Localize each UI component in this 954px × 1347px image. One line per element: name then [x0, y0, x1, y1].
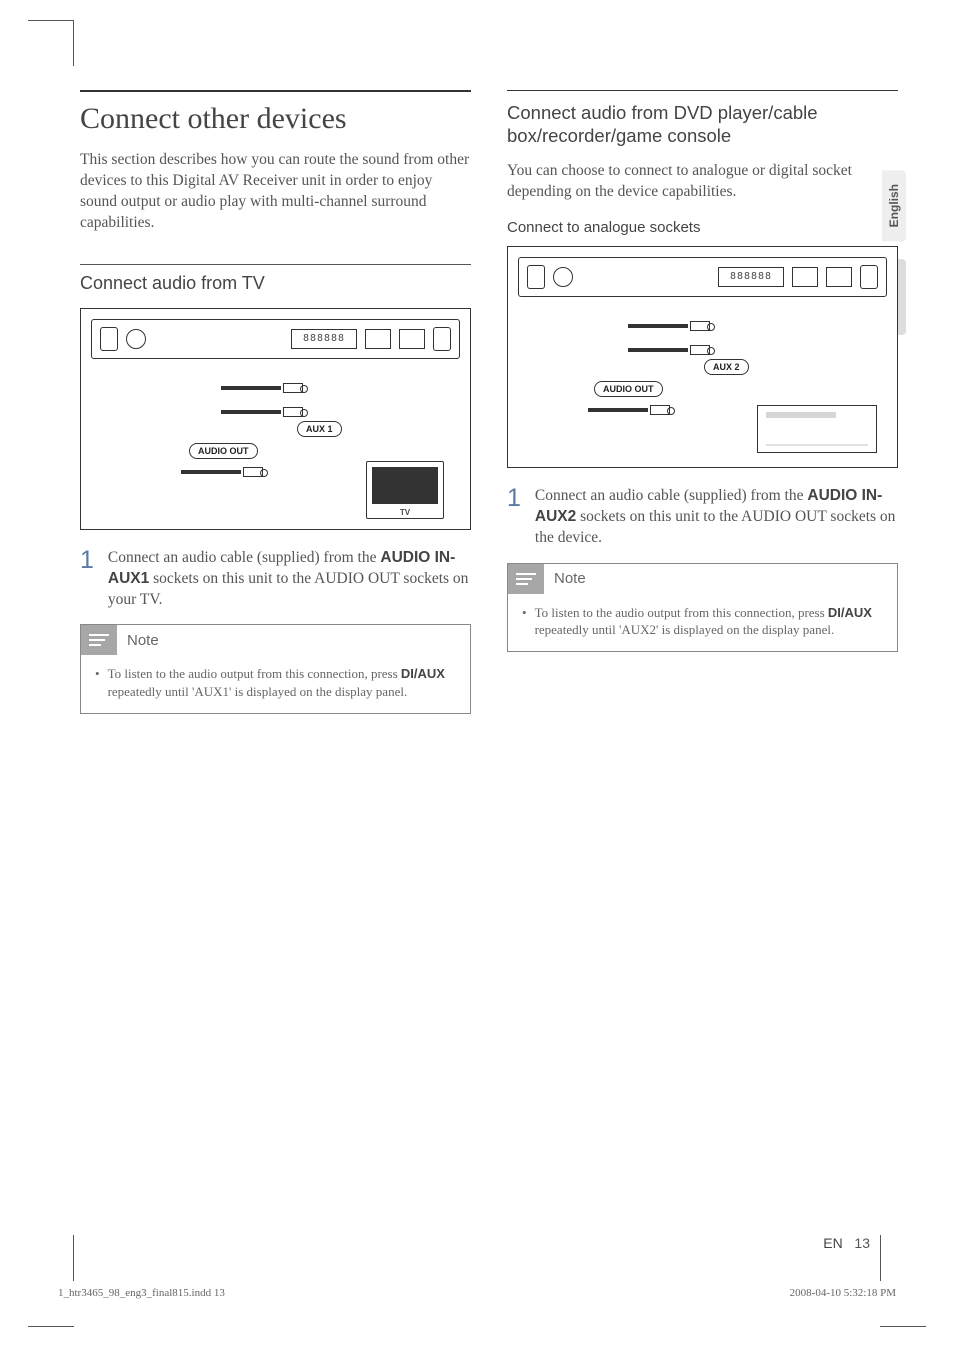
- page-title: Connect other devices: [80, 102, 471, 136]
- tv-icon: TV: [366, 461, 444, 519]
- crop-mark: [880, 1326, 926, 1327]
- receiver-front-icon: 888888: [518, 257, 887, 297]
- note-text: To listen to the audio output from this …: [535, 604, 885, 639]
- cable-icon: [221, 405, 303, 419]
- step-1: 1 Connect an audio cable (supplied) from…: [507, 486, 898, 549]
- tab-language: English: [882, 170, 906, 241]
- step-text-a: Connect an audio cable (supplied) from t…: [108, 549, 380, 566]
- intro-paragraph: This section describes how you can route…: [80, 150, 471, 234]
- note-icon: [508, 564, 544, 594]
- diagram-tv-connection: 888888 AUX 1 AUDIO OUT TV: [80, 308, 471, 530]
- imprint-line: 1_htr3465_98_eng3_final815.indd 13 2008-…: [58, 1287, 896, 1299]
- diagram-device-connection: 888888 AUX 2 AUDIO OUT: [507, 246, 898, 468]
- note-text-c: repeatedly until 'AUX2' is displayed on …: [535, 622, 835, 637]
- imprint-file: 1_htr3465_98_eng3_final815.indd 13: [58, 1287, 225, 1299]
- subheading-dvd: Connect audio from DVD player/cable box/…: [507, 101, 898, 147]
- device-icon: [757, 405, 877, 453]
- step-number: 1: [507, 486, 521, 549]
- subheading-analogue: Connect to analogue sockets: [507, 219, 898, 236]
- callout-audio-out: AUDIO OUT: [594, 381, 663, 397]
- step-text-a: Connect an audio cable (supplied) from t…: [535, 487, 807, 504]
- crop-mark: [880, 1235, 881, 1281]
- sub-rule: [80, 264, 471, 265]
- page-footer: EN 13: [823, 1235, 870, 1251]
- note-text-a: To listen to the audio output from this …: [535, 605, 828, 620]
- cable-icon: [181, 465, 263, 479]
- callout-aux: AUX 2: [704, 359, 749, 375]
- display-segment: 888888: [718, 267, 784, 287]
- display-segment: 888888: [291, 329, 357, 349]
- heading-rule: [507, 90, 898, 91]
- step-text-c: sockets on this unit to the AUDIO OUT so…: [535, 508, 896, 546]
- bullet-icon: •: [522, 604, 527, 639]
- note-title: Note: [127, 632, 159, 649]
- cable-icon: [628, 343, 710, 357]
- note-text-c: repeatedly until 'AUX1' is displayed on …: [108, 684, 408, 699]
- imprint-timestamp: 2008-04-10 5:32:18 PM: [790, 1287, 896, 1299]
- cable-icon: [628, 319, 710, 333]
- crop-mark: [73, 1235, 74, 1281]
- note-text: To listen to the audio output from this …: [108, 665, 458, 700]
- note-icon: [81, 625, 117, 655]
- crop-mark: [28, 20, 74, 21]
- subheading-tv: Connect audio from TV: [80, 273, 471, 294]
- receiver-front-icon: 888888: [91, 319, 460, 359]
- step-text: Connect an audio cable (supplied) from t…: [535, 486, 898, 549]
- note-title: Note: [554, 570, 586, 587]
- callout-audio-out: AUDIO OUT: [189, 443, 258, 459]
- note-box: Note • To listen to the audio output fro…: [80, 624, 471, 713]
- note-text-bold: DI/AUX: [828, 605, 872, 620]
- step-number: 1: [80, 548, 94, 611]
- tv-label: TV: [367, 508, 443, 517]
- cable-icon: [588, 403, 670, 417]
- step-text-c: sockets on this unit to the AUDIO OUT so…: [108, 570, 469, 608]
- step-text: Connect an audio cable (supplied) from t…: [108, 548, 471, 611]
- step-1: 1 Connect an audio cable (supplied) from…: [80, 548, 471, 611]
- note-box: Note • To listen to the audio output fro…: [507, 563, 898, 652]
- heading-rule: [80, 90, 471, 92]
- footer-lang: EN: [823, 1235, 842, 1251]
- intro-paragraph-right: You can choose to connect to analogue or…: [507, 161, 898, 203]
- bullet-icon: •: [95, 665, 100, 700]
- crop-mark: [28, 1326, 74, 1327]
- note-text-bold: DI/AUX: [401, 666, 445, 681]
- cable-icon: [221, 381, 303, 395]
- callout-aux: AUX 1: [297, 421, 342, 437]
- crop-mark: [73, 20, 74, 66]
- note-text-a: To listen to the audio output from this …: [108, 666, 401, 681]
- footer-page-number: 13: [854, 1235, 870, 1251]
